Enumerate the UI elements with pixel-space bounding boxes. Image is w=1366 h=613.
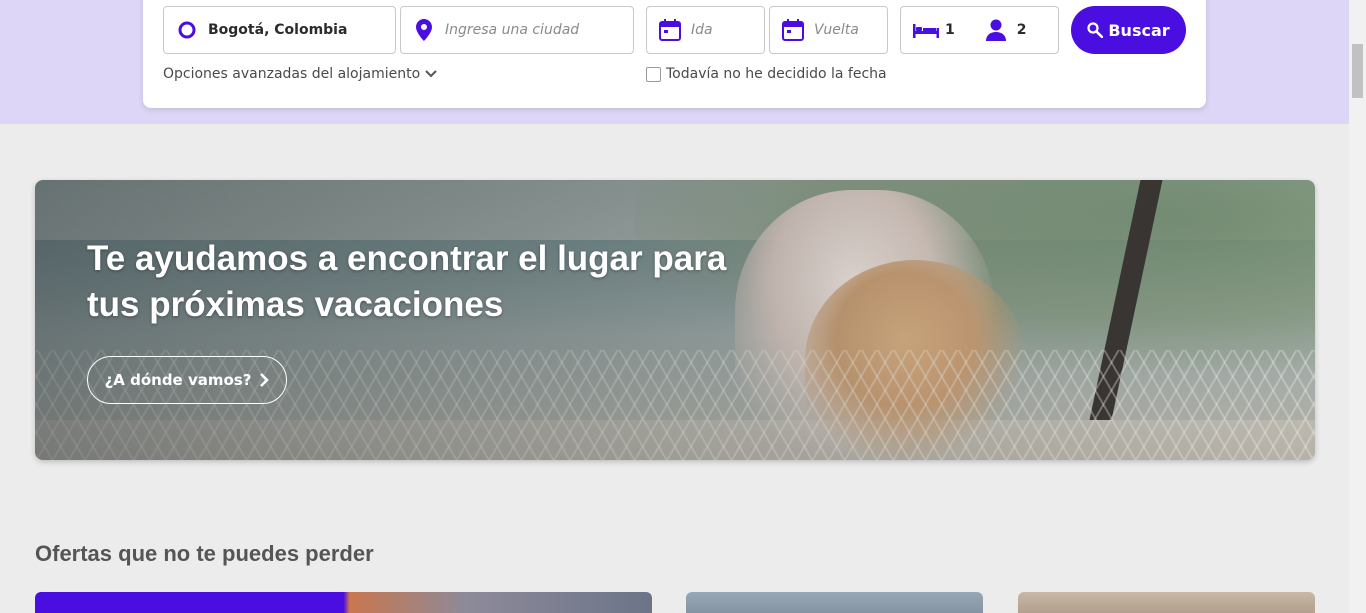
hero-title: Te ayudamos a encontrar el lugar para tu… (87, 239, 727, 324)
advanced-options-label: Opciones avanzadas del alojamiento (163, 66, 421, 82)
return-date-field[interactable]: Vuelta (769, 6, 888, 54)
search-button-label: Buscar (1108, 20, 1170, 40)
destination-field[interactable]: Ingresa una ciudad (400, 6, 634, 54)
scrollbar-thumb[interactable] (1352, 44, 1363, 98)
undecided-date-checkbox[interactable] (646, 66, 661, 82)
guests-count: 2 (1016, 22, 1027, 38)
offer-card[interactable] (1018, 592, 1315, 613)
undecided-date-label: Todavía no he decidido la fecha (666, 66, 887, 82)
undecided-date-option[interactable]: Todavía no he decidido la fecha (646, 66, 887, 82)
offers-section-title: Ofertas que no te puedes perder (35, 541, 374, 566)
circle-icon (176, 19, 198, 41)
advanced-options-toggle[interactable]: Opciones avanzadas del alojamiento (163, 66, 437, 82)
calendar-icon (782, 19, 804, 41)
destination-placeholder: Ingresa una ciudad (445, 22, 580, 38)
departure-placeholder: Ida (691, 22, 713, 38)
magnifier-icon (1087, 22, 1104, 38)
hero-cta-label: ¿A dónde vamos? (104, 371, 252, 389)
location-pin-icon (413, 19, 435, 41)
bed-icon (913, 19, 939, 41)
origin-field[interactable]: Bogotá, Colombia (163, 6, 396, 54)
origin-value: Bogotá, Colombia (208, 22, 348, 38)
return-placeholder: Vuelta (814, 22, 859, 38)
hero-banner: Te ayudamos a encontrar el lugar para tu… (35, 180, 1315, 460)
chevron-right-icon (260, 373, 270, 387)
scrollbar-track[interactable] (1349, 0, 1366, 613)
calendar-icon (659, 19, 681, 41)
chevron-down-icon (425, 70, 437, 78)
search-panel: Bogotá, Colombia Ingresa una ciudad Ida … (143, 0, 1206, 108)
offer-card[interactable] (686, 592, 983, 613)
rooms-guests-field[interactable]: 1 2 (900, 6, 1059, 54)
hero-cta-button[interactable]: ¿A dónde vamos? (87, 356, 287, 404)
offer-card[interactable] (35, 592, 652, 613)
person-icon (985, 19, 1007, 41)
search-button[interactable]: Buscar (1071, 6, 1186, 54)
departure-date-field[interactable]: Ida (646, 6, 765, 54)
rooms-count: 1 (945, 22, 955, 38)
